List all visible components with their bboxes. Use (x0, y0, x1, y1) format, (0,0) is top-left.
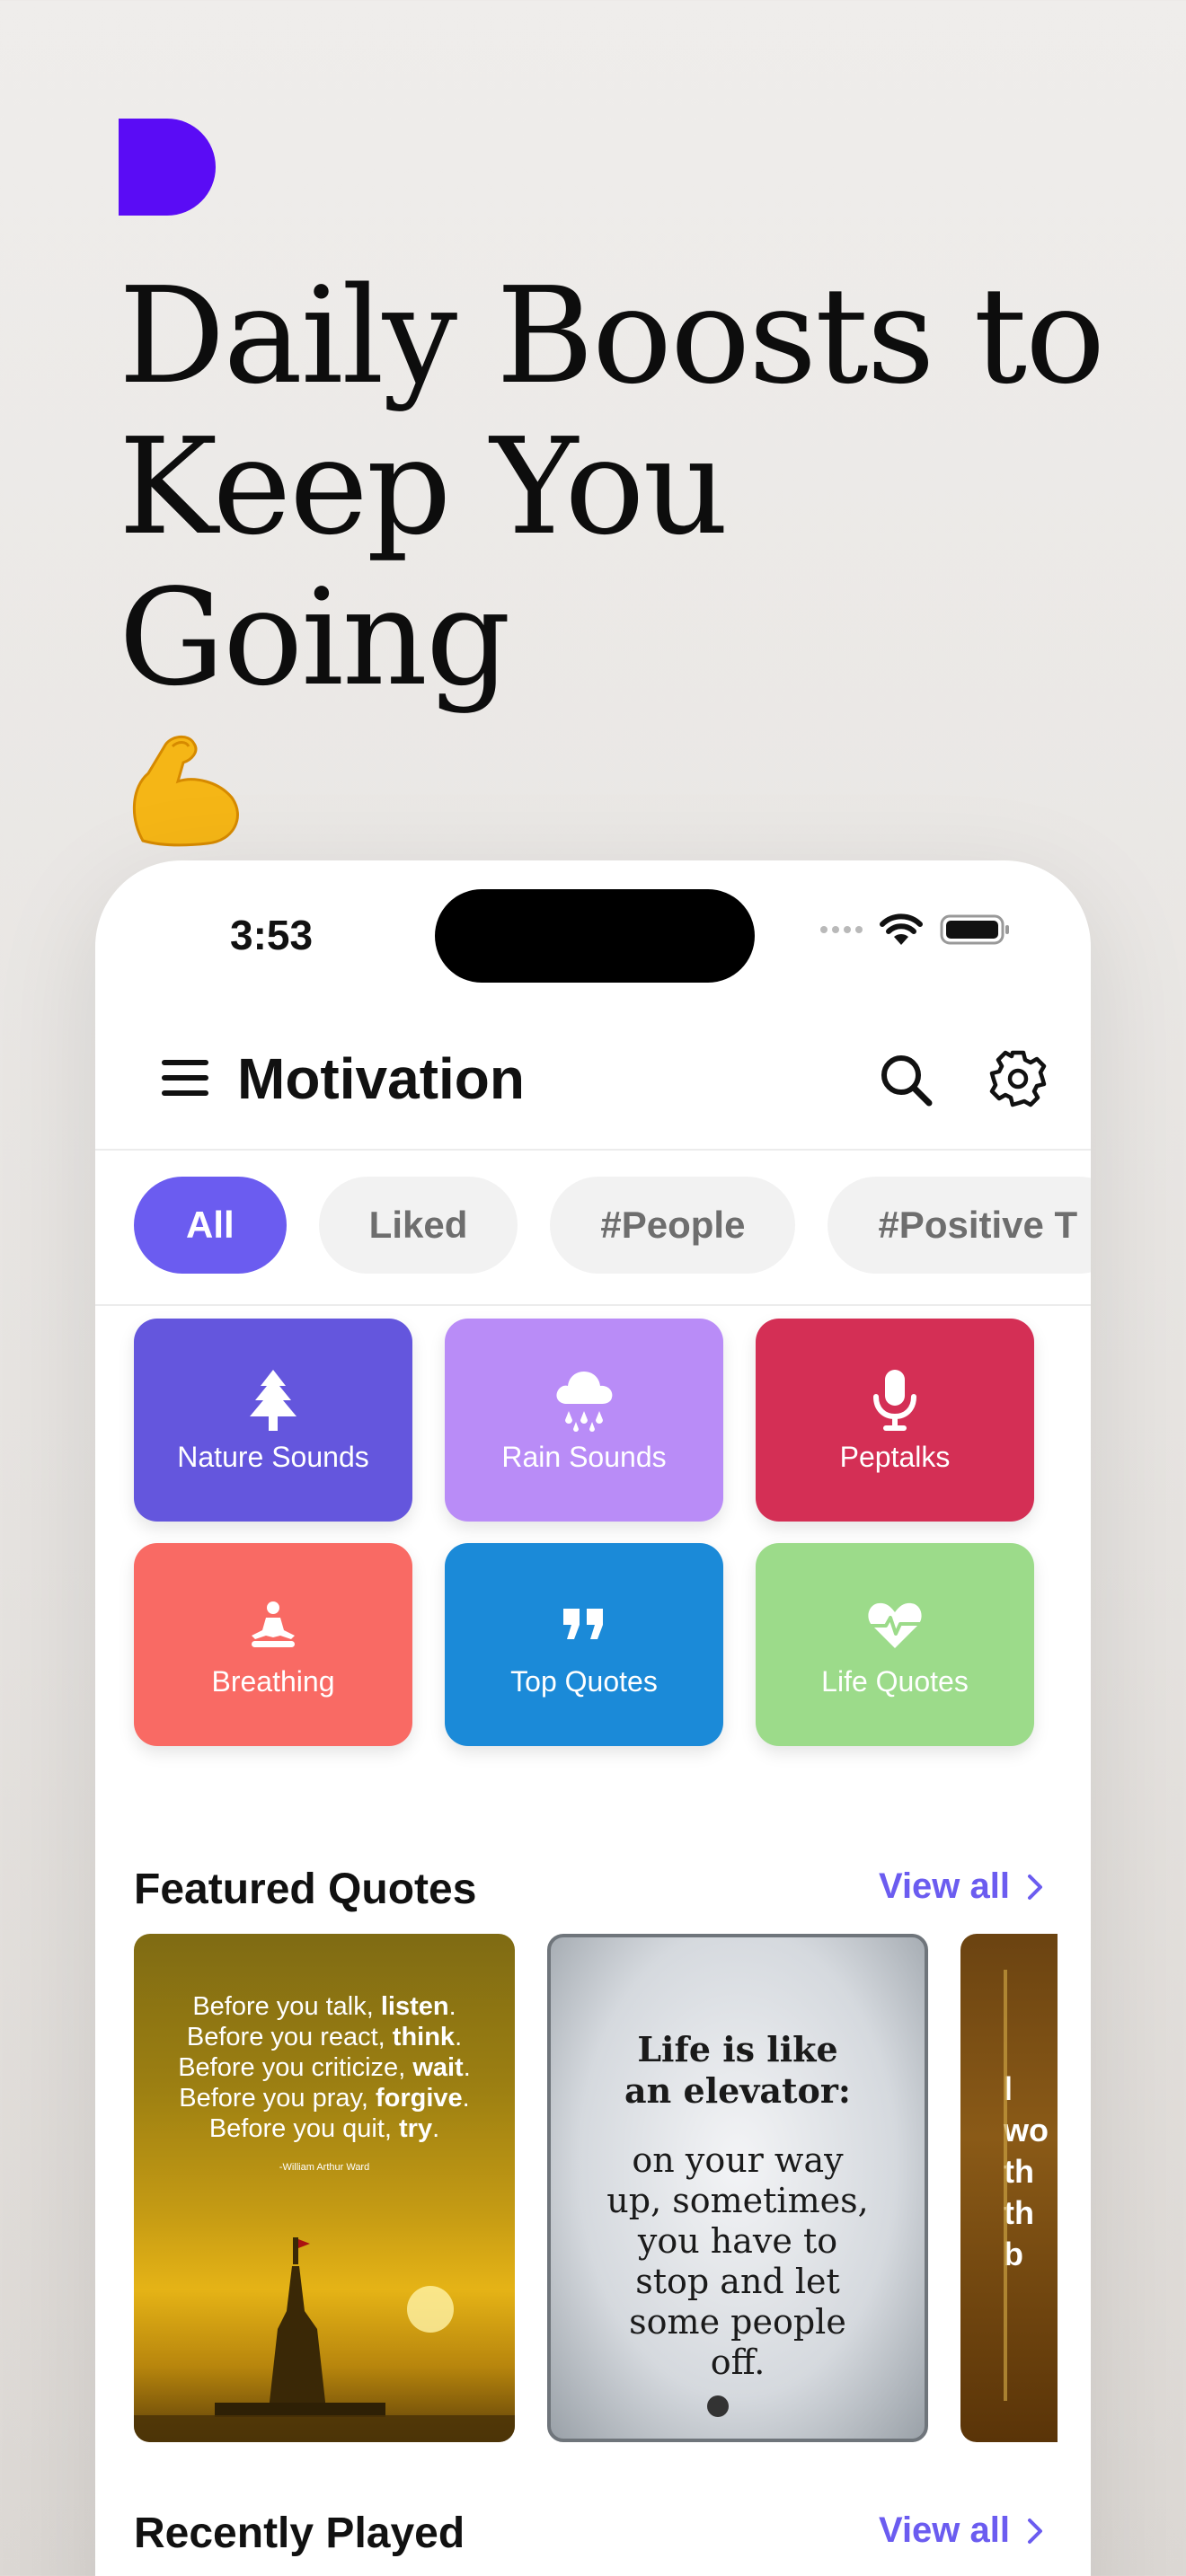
hamburger-menu-icon[interactable] (160, 1058, 210, 1098)
lighthouse-illustration (134, 2237, 515, 2442)
headline-line-2: Keep You Going (119, 410, 729, 715)
featured-quotes-carousel: Before you talk, listen. Before you reac… (134, 1934, 1058, 2442)
chips-divider (95, 1304, 1091, 1306)
chevron-right-icon (1028, 1874, 1042, 1900)
tile-breathing[interactable]: Breathing (134, 1543, 412, 1746)
ornament-border (1004, 1970, 1007, 2401)
tile-top-quotes[interactable]: Top Quotes (445, 1543, 723, 1746)
quote-text: Before you talk, listen. Before you reac… (178, 1992, 471, 2143)
filter-chips: All Liked #People #Positive T (134, 1177, 1091, 1274)
tree-icon (240, 1367, 306, 1434)
status-time: 3:53 (230, 912, 314, 958)
search-icon[interactable] (877, 1051, 934, 1108)
recently-played-title: Recently Played (134, 2510, 465, 2557)
quote-card[interactable]: Life is like an elevator: on your way up… (547, 1934, 928, 2442)
chip-positive[interactable]: #Positive T (828, 1177, 1091, 1274)
gear-icon[interactable] (988, 1049, 1048, 1108)
recent-view-all-link[interactable]: View all (879, 2510, 1044, 2551)
tile-label: Top Quotes (510, 1664, 658, 1698)
category-grid: Nature Sounds Rain Sounds Peptalks Breat… (134, 1319, 1034, 1746)
brand-seal-icon (707, 2395, 729, 2417)
brand-logo (119, 119, 216, 216)
chevron-right-icon (1028, 2518, 1042, 2544)
chip-all[interactable]: All (134, 1177, 287, 1274)
phone-screen: 3:53 Motivation All Liked #People #Posit… (95, 860, 1091, 2576)
tile-nature-sounds[interactable]: Nature Sounds (134, 1319, 412, 1522)
cellular-signal-icon (820, 926, 863, 933)
header-divider (95, 1149, 1091, 1151)
quote-card[interactable]: Before you talk, listen. Before you reac… (134, 1934, 515, 2442)
app-title: Motivation (237, 1046, 525, 1111)
tile-life-quotes[interactable]: Life Quotes (756, 1543, 1034, 1746)
featured-quotes-title: Featured Quotes (134, 1866, 477, 1913)
tile-label: Life Quotes (821, 1664, 969, 1698)
status-bar: 3:53 (95, 860, 1091, 986)
wifi-icon (880, 913, 923, 945)
app-header: Motivation (95, 1040, 1091, 1116)
quote-card[interactable]: l wo th th b (960, 1934, 1058, 2442)
tile-rain-sounds[interactable]: Rain Sounds (445, 1319, 723, 1522)
dynamic-island (435, 889, 755, 983)
heart-pulse-icon (862, 1592, 928, 1658)
chip-liked[interactable]: Liked (318, 1177, 518, 1274)
meditation-icon (240, 1592, 306, 1658)
tile-label: Nature Sounds (177, 1440, 369, 1473)
quote-author: -William Arthur Ward (279, 2162, 370, 2173)
quote-text-fragment: l wo th th b (1004, 2070, 1049, 2272)
quote-title: Life is like an elevator: (624, 2029, 851, 2111)
tile-label: Peptalks (839, 1440, 951, 1473)
tile-peptalks[interactable]: Peptalks (756, 1319, 1034, 1522)
quote-icon (551, 1592, 617, 1658)
microphone-icon (862, 1367, 928, 1434)
view-all-label: View all (878, 1866, 1010, 1906)
tile-label: Rain Sounds (501, 1440, 667, 1473)
headline-line-1: Daily Boosts to (119, 259, 1105, 413)
cloud-rain-icon (551, 1367, 617, 1434)
featured-view-all-link[interactable]: View all (879, 1866, 1044, 1907)
tile-label: Breathing (211, 1664, 335, 1698)
page-headline: Daily Boosts to Keep You Going (119, 260, 1107, 887)
chip-people[interactable]: #People (550, 1177, 796, 1274)
quote-body: on your way up, sometimes, you have to s… (606, 2140, 869, 2382)
view-all-label: View all (878, 2510, 1010, 2550)
battery-icon (940, 914, 1009, 945)
